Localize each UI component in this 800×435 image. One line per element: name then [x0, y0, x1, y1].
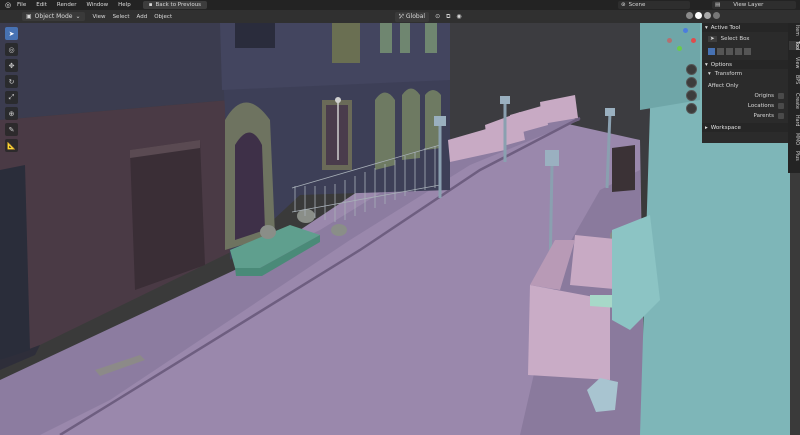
rotate-icon[interactable]: ↻	[5, 75, 18, 88]
street-scene	[0, 23, 800, 435]
menu-view[interactable]: View	[93, 14, 106, 20]
tab-plus[interactable]: Plus	[789, 151, 799, 161]
tab-mmo[interactable]: MMO	[789, 133, 799, 145]
3d-viewport[interactable]	[0, 23, 800, 435]
mode-label: Object Mode	[34, 13, 73, 20]
shading-buttons[interactable]	[686, 12, 720, 19]
menu-edit[interactable]: Edit	[32, 2, 53, 8]
intersect-selection-icon[interactable]	[744, 47, 751, 55]
chevron-down-icon: ⌄	[75, 13, 81, 20]
options-header[interactable]: ▾ Options	[702, 60, 788, 69]
options-title: Options	[710, 61, 732, 68]
origins-row[interactable]: Origins	[702, 91, 788, 101]
workspace-title: Workspace	[710, 124, 741, 131]
chevron-down-icon: ▾	[705, 61, 708, 68]
wireframe-shading-icon[interactable]	[686, 12, 693, 19]
extend-selection-icon[interactable]	[717, 47, 724, 55]
tab-view[interactable]: View	[789, 57, 799, 68]
affect-only-label-row: Affect Only	[702, 81, 788, 91]
selection-mode-buttons[interactable]	[702, 46, 788, 56]
locations-row[interactable]: Locations	[702, 101, 788, 111]
tab-item[interactable]: Item	[789, 25, 799, 36]
parents-row[interactable]: Parents	[702, 111, 788, 121]
select-box-tool-icon: ➤	[708, 36, 717, 42]
tab-bps[interactable]: BPS	[789, 75, 799, 84]
neg-x-axis-icon[interactable]	[667, 38, 672, 43]
chevron-down-icon: ▾	[708, 71, 711, 77]
scene-icon: ⊛	[621, 2, 626, 8]
sidebar-tabs: Item Tool View BPS Create Hard MMO Plus	[788, 23, 800, 173]
orientation-icon: ⤱	[399, 12, 404, 20]
perspective-icon[interactable]	[686, 103, 697, 114]
y-axis-icon[interactable]	[677, 46, 682, 51]
set-selection-icon[interactable]	[708, 47, 715, 55]
blender-logo-icon[interactable]: ◎	[3, 0, 13, 10]
transform-title: Transform	[714, 71, 743, 77]
back-to-previous-label: Back to Previous	[155, 2, 202, 8]
z-axis-icon[interactable]	[683, 28, 688, 33]
tab-hard[interactable]: Hard	[789, 115, 799, 126]
scene-selector[interactable]: ⊛ Scene	[618, 1, 690, 9]
navigation-gizmo[interactable]	[665, 28, 697, 58]
orientation-label: Global	[405, 13, 426, 20]
tool-name: Select Box	[720, 36, 750, 42]
viewport-header: ▣ Object Mode ⌄ View Select Add Object ⤱…	[0, 10, 800, 23]
x-axis-icon[interactable]	[691, 38, 696, 43]
select-box-icon[interactable]: ➤	[5, 27, 18, 40]
view-layer-selector[interactable]: ▤ View Layer	[712, 1, 796, 9]
tool-name-row[interactable]: ➤ Select Box	[702, 32, 788, 46]
scene-name: Scene	[628, 2, 646, 8]
back-icon: ▪	[148, 2, 153, 8]
object-mode-icon: ▣	[26, 13, 32, 20]
menu-render[interactable]: Render	[53, 2, 83, 8]
tab-tool[interactable]: Tool	[789, 41, 799, 51]
chevron-right-icon: ▸	[705, 124, 708, 131]
origins-checkbox[interactable]	[778, 93, 784, 99]
pivot-icon[interactable]: ⊙	[435, 13, 440, 20]
pan-icon[interactable]	[686, 77, 697, 88]
solid-shading-icon[interactable]	[695, 12, 702, 19]
parents-label: Parents	[753, 113, 774, 119]
view-layer-name: View Layer	[733, 2, 764, 8]
camera-icon[interactable]	[686, 90, 697, 101]
transform-icon[interactable]: ⊕	[5, 107, 18, 120]
move-icon[interactable]: ✥	[5, 59, 18, 72]
parents-checkbox[interactable]	[778, 113, 784, 119]
menu-add[interactable]: Add	[137, 14, 148, 20]
tab-create[interactable]: Create	[789, 93, 799, 109]
chevron-down-icon: ▾	[705, 24, 708, 31]
locations-label: Locations	[747, 103, 774, 109]
subtract-selection-icon[interactable]	[726, 47, 733, 55]
back-to-previous-button[interactable]: ▪ Back to Previous	[142, 1, 208, 9]
scale-icon[interactable]: ⤢	[5, 91, 18, 104]
origins-label: Origins	[754, 93, 775, 99]
proportional-icon[interactable]: ◉	[456, 13, 461, 20]
active-tool-header[interactable]: ▾ Active Tool	[702, 23, 788, 32]
rendered-shading-icon[interactable]	[713, 12, 720, 19]
orientation-dropdown[interactable]: ⤱ Global	[395, 11, 430, 22]
material-shading-icon[interactable]	[704, 12, 711, 19]
transform-subheader[interactable]: ▾ Transform	[702, 69, 788, 79]
workspace-header[interactable]: ▸ Workspace	[702, 123, 788, 132]
menu-window[interactable]: Window	[82, 2, 114, 8]
sidebar-panel: ▾ Active Tool ➤ Select Box ▾ Options ▾ T…	[702, 23, 788, 143]
tool-shelf: ➤ ◎ ✥ ↻ ⤢ ⊕ ✎ 📐	[5, 27, 19, 152]
snap-icon[interactable]: ⧉	[446, 13, 450, 21]
invert-selection-icon[interactable]	[735, 47, 742, 55]
measure-icon[interactable]: 📐	[5, 139, 18, 152]
mode-dropdown[interactable]: ▣ Object Mode ⌄	[22, 12, 85, 21]
menu-help[interactable]: Help	[114, 2, 137, 8]
menu-object[interactable]: Object	[154, 14, 172, 20]
menu-file[interactable]: File	[13, 2, 32, 8]
menu-select[interactable]: Select	[113, 14, 130, 20]
annotate-icon[interactable]: ✎	[5, 123, 18, 136]
affect-only-label: Affect Only	[708, 83, 739, 89]
zoom-icon[interactable]	[686, 64, 697, 75]
locations-checkbox[interactable]	[778, 103, 784, 109]
cursor-icon[interactable]: ◎	[5, 43, 18, 56]
view-layer-icon: ▤	[715, 2, 721, 8]
active-tool-title: Active Tool	[710, 24, 741, 31]
